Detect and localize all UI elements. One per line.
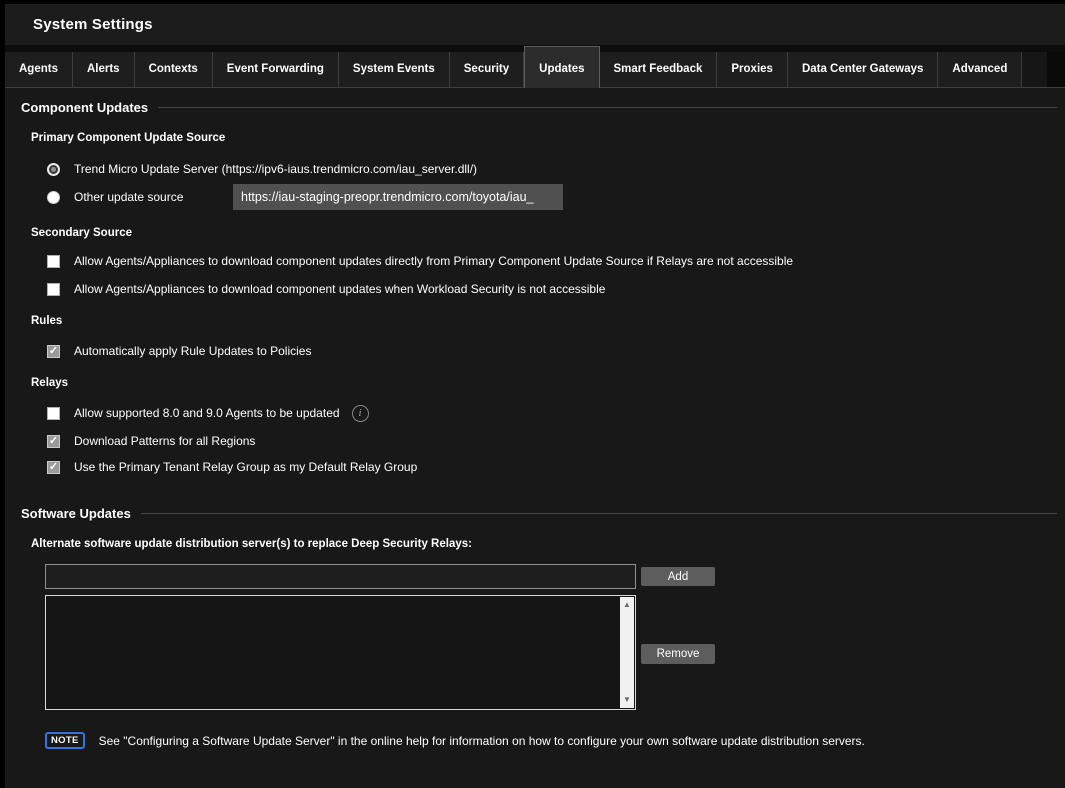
tab-advanced[interactable]: Advanced	[938, 52, 1022, 88]
updates-tab-content: Component Updates Primary Component Upda…	[5, 88, 1065, 749]
software-updates-heading: Software Updates	[21, 506, 131, 521]
relays-heading: Relays	[31, 377, 1061, 389]
checkbox-auto-apply-rule-updates[interactable]: ✓	[47, 345, 60, 358]
tab-agents[interactable]: Agents	[5, 52, 73, 88]
checkmark-icon: ✓	[49, 461, 58, 473]
note-badge: NOTE	[45, 732, 85, 749]
system-settings-window: System Settings Agents Alerts Contexts E…	[5, 4, 1065, 788]
page-title: System Settings	[5, 16, 153, 33]
checkbox-row-download-patterns-all-regions: ✓ Download Patterns for all Regions	[47, 433, 1061, 449]
checkbox-use-primary-tenant-relay-group[interactable]: ✓	[47, 461, 60, 474]
radio-other-update-source-label: Other update source	[74, 190, 214, 204]
tab-bar-end-block	[1047, 52, 1065, 88]
secondary-source-heading: Secondary Source	[31, 227, 1061, 239]
checkbox-label: Allow Agents/Appliances to download comp…	[74, 254, 793, 268]
section-rule	[158, 107, 1057, 108]
scroll-up-icon[interactable]: ▲	[620, 597, 634, 613]
tab-event-forwarding[interactable]: Event Forwarding	[213, 52, 339, 88]
checkbox-download-when-workload-security-not-accessible[interactable]	[47, 283, 60, 296]
other-update-source-input[interactable]	[233, 184, 563, 210]
component-updates-heading: Component Updates	[21, 100, 148, 115]
remove-button[interactable]: Remove	[641, 644, 715, 664]
titlebar: System Settings	[5, 4, 1065, 45]
tab-proxies[interactable]: Proxies	[717, 52, 788, 88]
checkmark-icon: ✓	[49, 435, 58, 447]
radio-row-trend-micro-server: Trend Micro Update Server (https://ipv6-…	[47, 160, 1061, 178]
checkbox-row-when-workload-security-unreachable: Allow Agents/Appliances to download comp…	[47, 281, 1061, 297]
note-text: See "Configuring a Software Update Serve…	[99, 734, 865, 748]
section-rule	[141, 513, 1057, 514]
tab-alerts[interactable]: Alerts	[73, 52, 135, 88]
checkbox-label: Allow Agents/Appliances to download comp…	[74, 282, 605, 296]
alternate-servers-label: Alternate software update distribution s…	[31, 538, 1061, 550]
checkbox-download-patterns-all-regions[interactable]: ✓	[47, 435, 60, 448]
add-server-row: Add	[45, 564, 1061, 589]
server-list-row: ▲ ▼ Remove	[45, 595, 1061, 710]
tab-bar-filler	[1022, 52, 1047, 88]
tab-contexts[interactable]: Contexts	[135, 52, 213, 88]
checkbox-label: Allow supported 8.0 and 9.0 Agents to be…	[74, 406, 340, 420]
checkbox-row-primary-tenant-relay-group: ✓ Use the Primary Tenant Relay Group as …	[47, 459, 1061, 475]
radio-trend-micro-server-label: Trend Micro Update Server (https://ipv6-…	[74, 162, 477, 176]
tab-system-events[interactable]: System Events	[339, 52, 450, 88]
radio-trend-micro-server[interactable]	[47, 163, 60, 176]
primary-source-heading: Primary Component Update Source	[31, 132, 1061, 144]
checkbox-download-from-primary-if-relays-not-accessible[interactable]	[47, 255, 60, 268]
checkbox-allow-legacy-agents-updated[interactable]	[47, 407, 60, 420]
tab-updates[interactable]: Updates	[524, 46, 599, 88]
alternate-server-input[interactable]	[45, 564, 636, 589]
tab-smart-feedback[interactable]: Smart Feedback	[600, 52, 718, 88]
rules-heading: Rules	[31, 315, 1061, 327]
tab-security[interactable]: Security	[450, 52, 524, 88]
scroll-down-icon[interactable]: ▼	[620, 692, 634, 708]
checkbox-row-auto-apply-rule-updates: ✓ Automatically apply Rule Updates to Po…	[47, 343, 1061, 359]
software-updates-section-header: Software Updates	[21, 506, 1061, 521]
tab-data-center-gateways[interactable]: Data Center Gateways	[788, 52, 938, 88]
checkmark-icon: ✓	[49, 345, 58, 357]
radio-other-update-source[interactable]	[47, 191, 60, 204]
checkbox-label: Download Patterns for all Regions	[74, 434, 255, 448]
checkbox-label: Automatically apply Rule Updates to Poli…	[74, 344, 311, 358]
info-icon[interactable]: i	[352, 405, 369, 422]
alternate-servers-listbox[interactable]: ▲ ▼	[45, 595, 636, 710]
checkbox-row-primary-if-relays-unreachable: Allow Agents/Appliances to download comp…	[47, 253, 1061, 269]
component-updates-section-header: Component Updates	[21, 100, 1061, 115]
note-row: NOTE See "Configuring a Software Update …	[45, 732, 1061, 749]
checkbox-row-allow-legacy-agents: Allow supported 8.0 and 9.0 Agents to be…	[47, 404, 1061, 422]
checkbox-label: Use the Primary Tenant Relay Group as my…	[74, 460, 417, 474]
listbox-scrollbar[interactable]: ▲ ▼	[620, 597, 634, 708]
tab-bar: Agents Alerts Contexts Event Forwarding …	[5, 52, 1065, 88]
add-button[interactable]: Add	[641, 567, 715, 586]
radio-row-other-update-source: Other update source	[47, 184, 1061, 210]
